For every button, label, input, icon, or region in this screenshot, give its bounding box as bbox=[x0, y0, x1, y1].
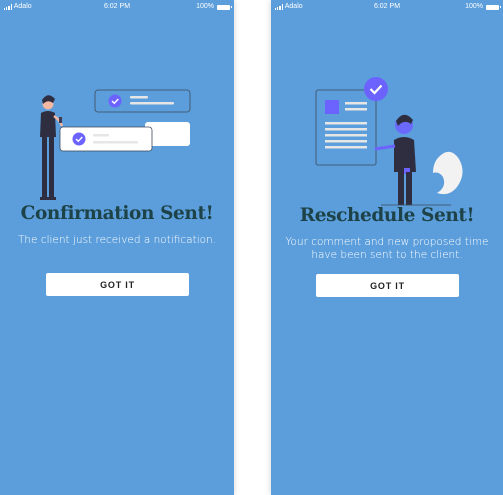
status-right: 100% bbox=[465, 0, 501, 14]
got-it-button[interactable]: GOT IT bbox=[46, 273, 189, 296]
got-it-button[interactable]: GOT IT bbox=[316, 274, 459, 297]
status-bar: Adalo 6:02 PM 100% bbox=[271, 0, 503, 14]
status-bar: Adalo 6:02 PM 100% bbox=[0, 0, 234, 14]
status-right: 100% bbox=[196, 0, 232, 14]
battery-icon bbox=[486, 4, 501, 10]
confirmation-screen: Adalo 6:02 PM 100% Confirmation Sent! Th… bbox=[0, 0, 234, 495]
battery-icon bbox=[217, 4, 232, 10]
reschedule-screen: Adalo 6:02 PM 100% Reschedule Sent! Your… bbox=[271, 0, 503, 495]
page-title: Reschedule Sent! bbox=[299, 205, 475, 226]
reschedule-message: Your comment and new proposed time have … bbox=[285, 236, 489, 261]
battery-label: 100% bbox=[196, 3, 214, 10]
person-figure bbox=[374, 114, 416, 205]
check-circle-icon bbox=[72, 132, 86, 146]
plant-shape bbox=[433, 151, 463, 195]
person-figure bbox=[40, 95, 64, 200]
check-circle-icon bbox=[108, 94, 122, 108]
confirmation-message: The client just received a notification. bbox=[17, 234, 217, 246]
battery-label: 100% bbox=[465, 3, 483, 10]
check-circle-icon bbox=[364, 77, 388, 101]
document-illustration bbox=[315, 77, 463, 206]
page-title: Confirmation Sent! bbox=[20, 203, 214, 224]
notification-illustration bbox=[40, 89, 191, 200]
